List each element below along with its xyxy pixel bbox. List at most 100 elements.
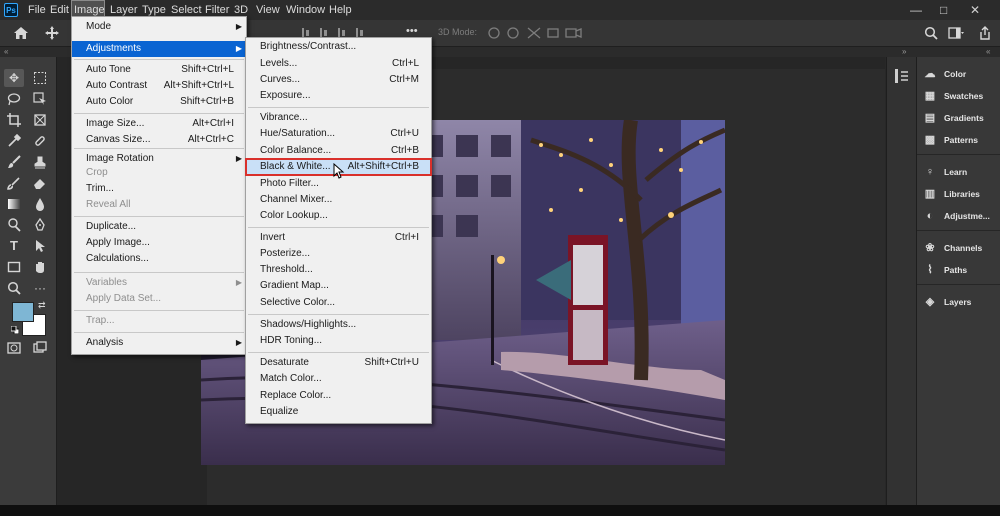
history-brush-icon[interactable] — [7, 176, 21, 190]
panel-patterns[interactable]: ▩ Patterns — [923, 130, 978, 150]
adjustment-invert[interactable]: Invert Ctrl+I — [246, 230, 431, 246]
adjustments-icon: ◐ — [926, 210, 934, 222]
panel-icon-strip — [886, 57, 917, 516]
panel-swatches[interactable]: ▦ Swatches — [923, 86, 983, 106]
menu-edit[interactable]: Edit — [48, 0, 71, 20]
panel-adjustments[interactable]: ◐ Adjustme... — [923, 206, 990, 226]
quick-mask-icon[interactable] — [7, 341, 21, 355]
image-menu-image-size[interactable]: Image Size... Alt+Ctrl+I — [72, 116, 246, 132]
image-menu-trim[interactable]: Trim... — [72, 181, 246, 197]
menu-window[interactable]: Window — [284, 0, 327, 20]
adjustment-levels[interactable]: Levels... Ctrl+L — [246, 56, 431, 72]
image-menu-analysis[interactable]: Analysis ▶ — [72, 335, 246, 351]
image-menu-auto-tone[interactable]: Auto Tone Shift+Ctrl+L — [72, 62, 246, 78]
adjustment-color-lookup[interactable]: Color Lookup... — [246, 208, 431, 224]
adjustment-brightness-contrast[interactable]: Brightness/Contrast... — [246, 39, 431, 55]
panel-learn[interactable]: ♀ Learn — [923, 162, 967, 182]
search-icon[interactable] — [924, 26, 938, 40]
object-selection-icon[interactable] — [33, 92, 47, 106]
collapse-strip-icon[interactable]: » — [902, 47, 906, 57]
history-panel-icon[interactable] — [893, 67, 911, 85]
type-tool-icon[interactable]: T — [7, 239, 21, 253]
healing-brush-icon[interactable] — [33, 134, 47, 148]
foreground-color-swatch[interactable] — [12, 302, 34, 322]
minimize-button[interactable]: — — [910, 0, 922, 20]
image-menu-canvas-size[interactable]: Canvas Size... Alt+Ctrl+C — [72, 132, 246, 148]
image-menu-trap: Trap... — [72, 313, 246, 329]
eyedropper-tool-icon[interactable] — [7, 133, 22, 148]
menu-separator — [74, 310, 244, 311]
share-icon[interactable] — [978, 26, 992, 40]
adjustment-threshold[interactable]: Threshold... — [246, 262, 431, 278]
adjustment-gradient-map[interactable]: Gradient Map... — [246, 278, 431, 294]
lasso-tool-icon[interactable] — [7, 92, 21, 106]
clone-stamp-icon[interactable] — [33, 155, 47, 169]
adjustment-posterize[interactable]: Posterize... — [246, 246, 431, 262]
home-icon[interactable] — [12, 24, 30, 42]
maximize-button[interactable]: □ — [940, 0, 947, 20]
adjustment-hue-saturation[interactable]: Hue/Saturation... Ctrl+U — [246, 126, 431, 142]
gradient-tool-icon[interactable] — [7, 197, 21, 211]
image-menu-auto-contrast[interactable]: Auto Contrast Alt+Shift+Ctrl+L — [72, 78, 246, 94]
menu-item-shortcut: Ctrl+U — [390, 128, 419, 139]
eraser-tool-icon[interactable] — [33, 176, 47, 190]
adjustment-equalize[interactable]: Equalize — [246, 404, 431, 420]
adjustment-replace-color[interactable]: Replace Color... — [246, 388, 431, 404]
zoom-tool-icon[interactable] — [7, 281, 21, 295]
workspace-icon[interactable] — [948, 26, 964, 40]
menu-file[interactable]: File — [26, 0, 48, 20]
rectangle-tool-icon[interactable] — [7, 260, 21, 274]
image-menu-apply-image[interactable]: Apply Image... — [72, 235, 246, 251]
panel-libraries[interactable]: ▥ Libraries — [923, 184, 980, 204]
adjustment-exposure[interactable]: Exposure... — [246, 88, 431, 104]
marquee-tool-icon[interactable] — [33, 71, 47, 85]
submenu-arrow-icon: ▶ — [235, 22, 242, 31]
panel-paths[interactable]: ⌇ Paths — [923, 260, 967, 280]
move-tool-icon[interactable]: ✥ — [7, 71, 21, 85]
panel-channels[interactable]: ❀ Channels — [923, 238, 982, 258]
image-menu-mode[interactable]: Mode ▶ — [72, 19, 246, 35]
more-options-button[interactable]: ••• — [406, 25, 418, 37]
move-tool-icon[interactable] — [44, 25, 60, 41]
adjustment-vibrance[interactable]: Vibrance... — [246, 110, 431, 126]
collapse-left-icon[interactable]: « — [4, 47, 8, 57]
adjustment-curves[interactable]: Curves... Ctrl+M — [246, 72, 431, 88]
panel-divider — [917, 154, 1000, 155]
swap-colors-icon[interactable]: ⇄ — [38, 300, 46, 311]
image-menu-duplicate[interactable]: Duplicate... — [72, 219, 246, 235]
collapse-right-icon[interactable]: « — [986, 47, 990, 57]
adjustment-channel-mixer[interactable]: Channel Mixer... — [246, 192, 431, 208]
adjustment-hdr-toning[interactable]: HDR Toning... — [246, 333, 431, 349]
default-colors-icon[interactable] — [10, 325, 20, 335]
adjustment-desaturate[interactable]: Desaturate Shift+Ctrl+U — [246, 355, 431, 371]
panel-color[interactable]: ☁ Color — [923, 64, 967, 84]
hand-tool-icon[interactable] — [33, 260, 47, 274]
more-tools-icon[interactable]: ··· — [33, 281, 47, 295]
blur-tool-icon[interactable] — [33, 197, 47, 211]
close-button[interactable]: ✕ — [970, 0, 980, 20]
menu-help[interactable]: Help — [327, 0, 354, 20]
crop-tool-icon[interactable] — [7, 113, 21, 127]
image-menu-auto-color[interactable]: Auto Color Shift+Ctrl+B — [72, 94, 246, 110]
menu-view[interactable]: View — [254, 0, 282, 20]
screen-mode-icon[interactable] — [33, 341, 47, 355]
panel-layers[interactable]: ◈ Layers — [923, 292, 972, 312]
image-menu-adjustments[interactable]: Adjustments ▶ — [72, 41, 246, 57]
adjustment-selective-color[interactable]: Selective Color... — [246, 295, 431, 311]
adjustment-color-balance[interactable]: Color Balance... Ctrl+B — [246, 143, 431, 159]
lightbulb-icon: ♀ — [925, 166, 935, 178]
menu-item-label: Vibrance... — [260, 112, 308, 123]
dodge-tool-icon[interactable] — [7, 218, 21, 232]
panel-gradients[interactable]: ▤ Gradients — [923, 108, 984, 128]
frame-tool-icon[interactable] — [33, 113, 47, 127]
menu-item-shortcut: Shift+Ctrl+B — [180, 96, 234, 107]
adjustment-match-color[interactable]: Match Color... — [246, 371, 431, 387]
pen-tool-icon[interactable] — [33, 217, 47, 232]
adjustment-shadows-highlights[interactable]: Shadows/Highlights... — [246, 317, 431, 333]
3d-mode-icons[interactable] — [486, 25, 586, 41]
menu-separator — [248, 314, 429, 315]
image-menu-calculations[interactable]: Calculations... — [72, 251, 246, 267]
menu-item-shortcut: Ctrl+I — [394, 232, 419, 243]
brush-tool-icon[interactable] — [7, 155, 21, 169]
path-selection-icon[interactable] — [33, 239, 47, 253]
